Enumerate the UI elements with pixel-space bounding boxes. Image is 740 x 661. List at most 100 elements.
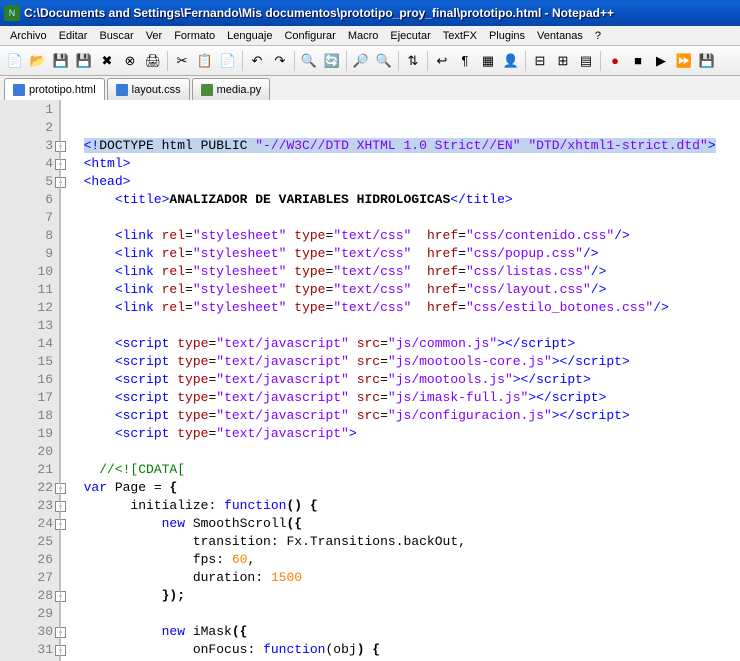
code-line[interactable]: <script type="text/javascript" src="js/m… <box>68 354 740 372</box>
menu-plugins[interactable]: Plugins <box>483 28 531 44</box>
save-button[interactable]: 💾 <box>50 50 72 72</box>
code-line[interactable] <box>68 444 740 462</box>
code-token: ({ <box>232 624 248 639</box>
code-token: /> <box>653 300 669 315</box>
code-line[interactable]: <link rel="stylesheet" type="text/css" h… <box>68 300 740 318</box>
menu-formato[interactable]: Formato <box>168 28 221 44</box>
code-line[interactable]: fps: 60, <box>68 552 740 570</box>
menu-configurar[interactable]: Configurar <box>278 28 341 44</box>
line-number: 12 <box>0 300 59 318</box>
code-token: > <box>349 426 357 441</box>
code-line[interactable]: <script type="text/javascript" src="js/m… <box>68 372 740 390</box>
code-token: "js/mootools.js" <box>388 372 513 387</box>
code-line[interactable]: <script type="text/javascript" src="js/c… <box>68 336 740 354</box>
separator <box>427 51 428 71</box>
menu-?[interactable]: ? <box>589 28 607 44</box>
paste-button[interactable]: 📄 <box>217 50 239 72</box>
code-token: . <box>396 534 404 549</box>
code-line[interactable] <box>68 102 740 120</box>
code-line[interactable]: initialize: function() { <box>68 498 740 516</box>
redo-button[interactable]: ↷ <box>269 50 291 72</box>
code-token: href <box>427 282 458 297</box>
tab-layout-css[interactable]: layout.css <box>107 78 190 100</box>
code-line[interactable]: //<![CDATA[ <box>68 462 740 480</box>
save-macro-button[interactable]: 💾 <box>696 50 718 72</box>
show-chars-button[interactable]: ¶ <box>454 50 476 72</box>
code-token: href <box>427 264 458 279</box>
menu-textfx[interactable]: TextFX <box>437 28 483 44</box>
stop-button[interactable]: ■ <box>627 50 649 72</box>
sync-button[interactable]: ⇅ <box>402 50 424 72</box>
code-token: <script <box>115 426 177 441</box>
tab-prototipo-html[interactable]: prototipo.html <box>4 78 105 100</box>
open-file-button[interactable]: 📂 <box>27 50 49 72</box>
play-button[interactable]: ▶ <box>650 50 672 72</box>
record-button[interactable]: ● <box>604 50 626 72</box>
line-number: 10 <box>0 264 59 282</box>
code-line[interactable]: <script type="text/javascript" src="js/c… <box>68 408 740 426</box>
code-line[interactable]: <script type="text/javascript"> <box>68 426 740 444</box>
code-area[interactable]: <!DOCTYPE html PUBLIC "-//W3C//DTD XHTML… <box>60 100 740 661</box>
play-multi-button[interactable]: ⏩ <box>673 50 695 72</box>
close-all-button[interactable]: ⊗ <box>119 50 141 72</box>
code-token: > <box>708 138 716 153</box>
code-line[interactable]: transition: Fx.Transitions.backOut, <box>68 534 740 552</box>
zoom-in-button[interactable]: 🔎 <box>350 50 372 72</box>
code-line[interactable]: <head> <box>68 174 740 192</box>
menu-ventanas[interactable]: Ventanas <box>531 28 589 44</box>
menu-archivo[interactable]: Archivo <box>4 28 53 44</box>
code-line[interactable]: <!DOCTYPE html PUBLIC "-//W3C//DTD XHTML… <box>68 138 740 156</box>
code-line[interactable]: onFocus: function(obj) { <box>68 642 740 660</box>
code-line[interactable]: }); <box>68 588 740 606</box>
undo-button[interactable]: ↶ <box>246 50 268 72</box>
code-line[interactable]: new iMask({ <box>68 624 740 642</box>
editor-area[interactable]: 123-4-5-678910111213141516171819202122-2… <box>0 100 740 661</box>
menu-macro[interactable]: Macro <box>342 28 385 44</box>
code-token: "stylesheet" <box>193 300 287 315</box>
replace-button[interactable]: 🔄 <box>321 50 343 72</box>
code-token: "js/configuracion.js" <box>388 408 552 423</box>
code-line[interactable]: var Page = { <box>68 480 740 498</box>
code-token: <head> <box>84 174 131 189</box>
copy-button[interactable]: 📋 <box>194 50 216 72</box>
hide-button[interactable]: ▤ <box>575 50 597 72</box>
code-token <box>349 354 357 369</box>
code-line[interactable]: <link rel="stylesheet" type="text/css" h… <box>68 228 740 246</box>
code-token <box>349 390 357 405</box>
find-button[interactable]: 🔍 <box>298 50 320 72</box>
code-line[interactable] <box>68 120 740 138</box>
code-line[interactable]: <link rel="stylesheet" type="text/css" h… <box>68 282 740 300</box>
unfold-button[interactable]: ⊞ <box>552 50 574 72</box>
code-line[interactable]: <link rel="stylesheet" type="text/css" h… <box>68 264 740 282</box>
wordwrap-button[interactable]: ↩ <box>431 50 453 72</box>
menu-ejecutar[interactable]: Ejecutar <box>384 28 436 44</box>
print-button[interactable]: 🖨 <box>142 50 164 72</box>
new-file-button[interactable]: 📄 <box>4 50 26 72</box>
menu-buscar[interactable]: Buscar <box>93 28 139 44</box>
menu-editar[interactable]: Editar <box>53 28 94 44</box>
code-line[interactable]: <link rel="stylesheet" type="text/css" h… <box>68 246 740 264</box>
code-token: Transitions <box>310 534 396 549</box>
indent-guide-button[interactable]: ▦ <box>477 50 499 72</box>
menu-lenguaje[interactable]: Lenguaje <box>221 28 278 44</box>
code-token: . <box>302 534 310 549</box>
close-file-button[interactable]: ✖ <box>96 50 118 72</box>
code-line[interactable] <box>68 210 740 228</box>
window-titlebar[interactable]: N C:\Documents and Settings\Fernando\Mis… <box>0 0 740 26</box>
code-line[interactable]: new SmoothScroll({ <box>68 516 740 534</box>
user-lang-button[interactable]: 👤 <box>500 50 522 72</box>
cut-button[interactable]: ✂ <box>171 50 193 72</box>
code-line[interactable] <box>68 606 740 624</box>
zoom-out-button[interactable]: 🔍 <box>373 50 395 72</box>
code-line[interactable] <box>68 318 740 336</box>
fold-button[interactable]: ⊟ <box>529 50 551 72</box>
code-line[interactable]: <html> <box>68 156 740 174</box>
code-line[interactable]: <title>ANALIZADOR DE VARIABLES HIDROLOGI… <box>68 192 740 210</box>
code-token: onFocus <box>68 642 247 657</box>
tab-media-py[interactable]: media.py <box>192 78 271 100</box>
code-line[interactable]: duration: 1500 <box>68 570 740 588</box>
save-all-button[interactable]: 💾 <box>73 50 95 72</box>
code-line[interactable]: <script type="text/javascript" src="js/i… <box>68 390 740 408</box>
code-token <box>68 390 115 405</box>
menu-ver[interactable]: Ver <box>140 28 169 44</box>
